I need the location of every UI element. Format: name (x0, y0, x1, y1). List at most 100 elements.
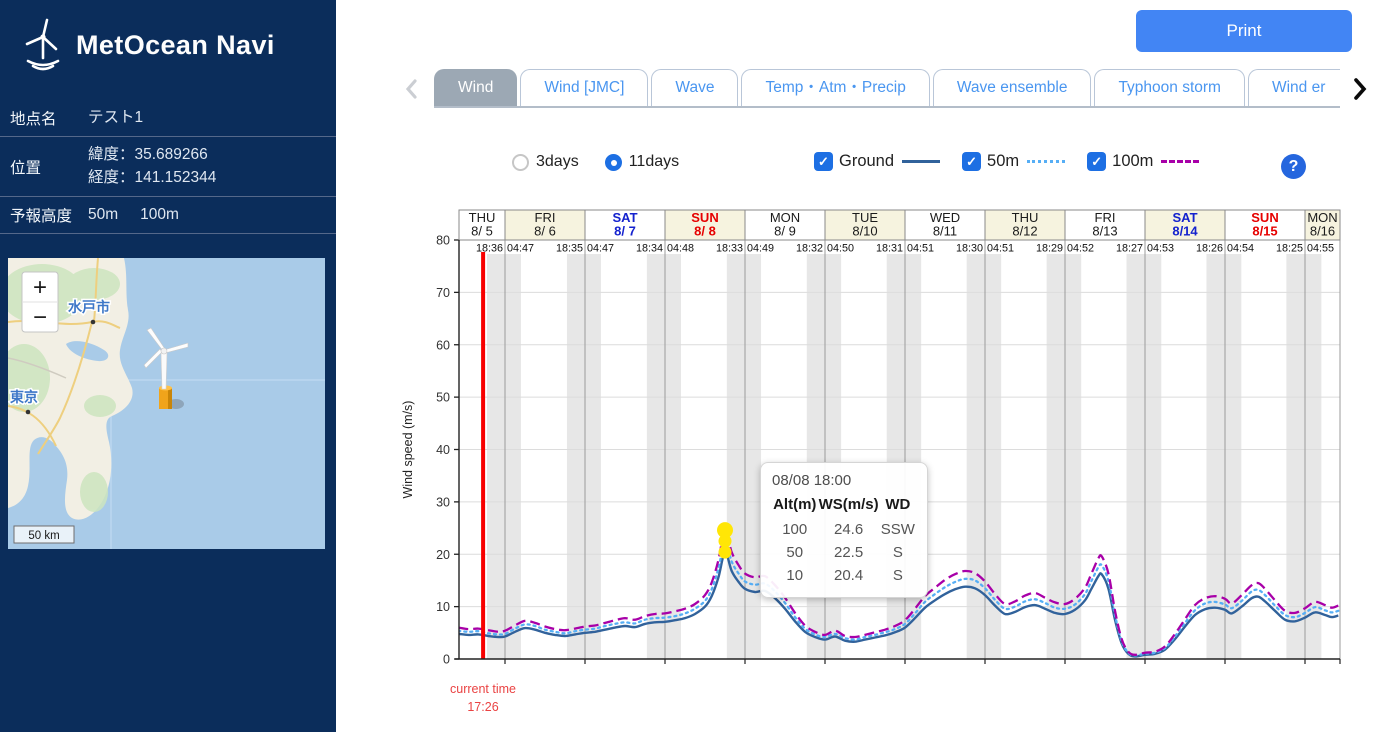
day-date: 8/11 (933, 224, 957, 239)
tooltip-table: Alt(m)WS(m/s)WD10024.6SSW5022.5S1020.4S (772, 496, 916, 587)
map-scale-label: 50 km (28, 530, 59, 542)
night-band (1286, 254, 1321, 659)
sunrise-time: 04:51 (907, 243, 934, 255)
sidebar: MetOcean Navi 地点名テスト1位置緯度：35.689266経度：14… (0, 0, 336, 732)
sidebar-field: 位置緯度：35.689266経度：141.152344 (0, 137, 336, 197)
day-date: 8/13 (1092, 224, 1117, 239)
tab-typhoon-storm[interactable]: Typhoon storm (1094, 69, 1245, 106)
sunrise-time: 04:55 (1307, 243, 1334, 255)
range-option-11days[interactable]: 11days (605, 153, 679, 171)
field-label: 地点名 (10, 107, 88, 129)
sunset-time: 18:35 (556, 243, 583, 255)
night-band (567, 254, 601, 659)
y-tick-label: 40 (436, 443, 450, 457)
sunset-time: 18:36 (476, 243, 503, 255)
day-date: 8/ 5 (471, 224, 493, 239)
range-selector: 3days 11days (512, 153, 679, 171)
day-date: 8/14 (1172, 224, 1198, 239)
tooltip-header: WS(m/s) (817, 496, 879, 518)
y-tick-label: 50 (436, 391, 450, 405)
sunrise-time: 04:53 (1147, 243, 1174, 255)
tabs-next-icon[interactable] (1351, 77, 1369, 101)
sidebar-field: 地点名テスト1 (0, 100, 336, 137)
y-tick-label: 80 (436, 234, 450, 248)
y-tick-label: 10 (436, 600, 450, 614)
sunset-time: 18:27 (1116, 243, 1143, 255)
day-date: 8/ 9 (774, 224, 796, 239)
night-band (967, 254, 1002, 659)
sidebar-field: 予報高度50m100m (0, 197, 336, 234)
sunset-time: 18:29 (1036, 243, 1063, 255)
range-option-3days[interactable]: 3days (512, 153, 579, 171)
tooltip-timestamp: 08/08 18:00 (772, 472, 916, 489)
help-icon[interactable]: ? (1281, 154, 1306, 179)
field-value: テスト1 (88, 107, 143, 129)
location-map[interactable]: 水戸市 東京 (8, 258, 325, 549)
day-date: 8/ 7 (614, 224, 636, 239)
sunrise-time: 04:51 (987, 243, 1014, 255)
range-option-label: 11days (629, 153, 679, 171)
night-band (1047, 254, 1082, 659)
day-date: 8/15 (1252, 224, 1277, 239)
radio-icon[interactable] (605, 154, 622, 171)
sunrise-time: 04:50 (827, 243, 854, 255)
sunrise-time: 04:49 (747, 243, 774, 255)
app-window: MetOcean Navi 地点名テスト1位置緯度：35.689266経度：14… (0, 0, 1376, 732)
map-scale: 50 km (14, 526, 74, 543)
sunrise-time: 04:52 (1067, 243, 1094, 255)
day-date: 8/16 (1310, 224, 1335, 239)
day-date: 8/10 (852, 224, 877, 239)
checkbox-icon[interactable]: ✓ (962, 152, 981, 171)
print-button[interactable]: Print (1136, 10, 1352, 52)
checkbox-icon[interactable]: ✓ (1087, 152, 1106, 171)
tooltip-row: 10024.6SSW (772, 518, 916, 541)
y-tick-label: 20 (436, 548, 450, 562)
night-band (887, 254, 921, 659)
location-info: 地点名テスト1位置緯度：35.689266経度：141.152344予報高度50… (0, 100, 336, 234)
map-label-tokyo: 東京 (10, 389, 38, 405)
y-tick-label: 60 (436, 338, 450, 352)
line-style-sample (1161, 160, 1199, 163)
range-option-label: 3days (536, 153, 579, 171)
map-city-dot-tokyo (26, 410, 31, 415)
layer-toggles: ✓ Ground ✓ 50m ✓100m (814, 152, 1199, 171)
night-band (727, 254, 761, 659)
sunset-time: 18:34 (636, 243, 663, 255)
chart-tooltip: 08/08 18:00 Alt(m)WS(m/s)WD10024.6SSW502… (760, 462, 928, 598)
field-value: 緯度：35.689266経度：141.152344 (88, 144, 216, 189)
night-band (487, 254, 521, 659)
tab-wind-er[interactable]: Wind er (1248, 69, 1340, 106)
field-value: 50m100m (88, 206, 201, 224)
tab-wave[interactable]: Wave (651, 69, 738, 106)
layer-label: 50m (987, 152, 1019, 171)
layer-toggle-ground[interactable]: ✓ Ground (814, 152, 940, 171)
layer-label: Ground (839, 152, 894, 171)
tab-wave-ensemble[interactable]: Wave ensemble (933, 69, 1092, 106)
tooltip-row: 1020.4S (772, 564, 916, 587)
map-zoom-out-button[interactable]: − (33, 304, 47, 331)
y-axis-title: Wind speed (m/s) (401, 401, 415, 499)
day-date: 8/12 (1012, 224, 1037, 239)
checkbox-icon[interactable]: ✓ (814, 152, 833, 171)
tab-temp-atm-precip[interactable]: Temp・Atm・Precip (741, 69, 929, 106)
tooltip-row: 5022.5S (772, 541, 916, 564)
wind-speed-chart[interactable]: 0102030405060708018:3604:4718:3504:4718:… (390, 200, 1376, 720)
selected-point-marker (719, 546, 732, 559)
layer-toggle-100m[interactable]: ✓100m (1087, 152, 1199, 171)
layer-toggle-50m[interactable]: ✓ 50m (962, 152, 1065, 171)
night-band (647, 254, 681, 659)
day-date: 8/ 6 (534, 224, 556, 239)
day-date: 8/ 8 (694, 224, 716, 239)
tooltip-header: WD (880, 496, 916, 518)
tab-wind-jmc-[interactable]: Wind [JMC] (520, 69, 648, 106)
y-tick-label: 0 (443, 653, 450, 667)
y-tick-label: 30 (436, 495, 450, 509)
map-zoom-in-button[interactable]: + (33, 274, 47, 301)
sunset-time: 18:26 (1196, 243, 1223, 255)
sunset-time: 18:33 (716, 243, 743, 255)
radio-icon[interactable] (512, 154, 529, 171)
tabs-prev-icon[interactable] (403, 78, 419, 100)
tab-wind[interactable]: Wind (434, 69, 517, 106)
current-time-label: current time 17:26 (433, 681, 533, 716)
map-zoom-control: + − (22, 272, 58, 332)
